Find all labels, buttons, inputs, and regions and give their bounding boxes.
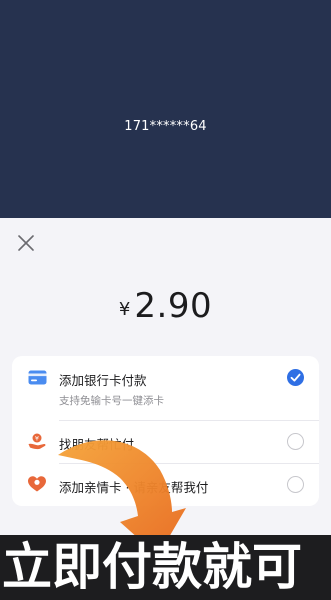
bank-card-icon: [28, 370, 47, 385]
method-subtitle: 支持免输卡号一键添卡: [59, 395, 164, 407]
currency-symbol: ¥: [118, 299, 131, 320]
method-friend-pay[interactable]: ¥ 找朋友帮忙付: [12, 421, 319, 463]
amount-value: 2.90: [134, 286, 213, 326]
family-card-icon: [27, 475, 47, 493]
method-title: 找朋友帮忙付: [59, 437, 135, 452]
video-caption-bar: 立即付款就可: [0, 535, 331, 600]
method-title: 添加亲情卡 · 请亲友帮我付: [59, 480, 209, 495]
method-family-card[interactable]: 添加亲情卡 · 请亲友帮我付: [12, 464, 319, 506]
radio-unselected[interactable]: [287, 476, 304, 493]
checkmark-icon: [290, 373, 301, 382]
payment-amount: ¥ 2.90: [0, 282, 331, 326]
masked-phone-number: 171******64: [124, 119, 207, 134]
method-add-bank-card[interactable]: 添加银行卡付款 支持免输卡号一键添卡: [12, 356, 319, 420]
friend-pay-icon: ¥: [27, 432, 47, 450]
caption-text: 立即付款就可: [2, 538, 302, 596]
payment-methods-list: 添加银行卡付款 支持免输卡号一键添卡 ¥ 找朋友帮忙付 添加亲情卡 · 请亲友帮…: [12, 356, 319, 506]
close-icon: [18, 235, 34, 251]
svg-text:¥: ¥: [35, 434, 39, 442]
close-button[interactable]: [15, 232, 37, 254]
radio-selected[interactable]: [287, 369, 304, 386]
method-title: 添加银行卡付款: [59, 373, 147, 388]
account-header: 171******64: [0, 0, 331, 218]
radio-unselected[interactable]: [287, 433, 304, 450]
